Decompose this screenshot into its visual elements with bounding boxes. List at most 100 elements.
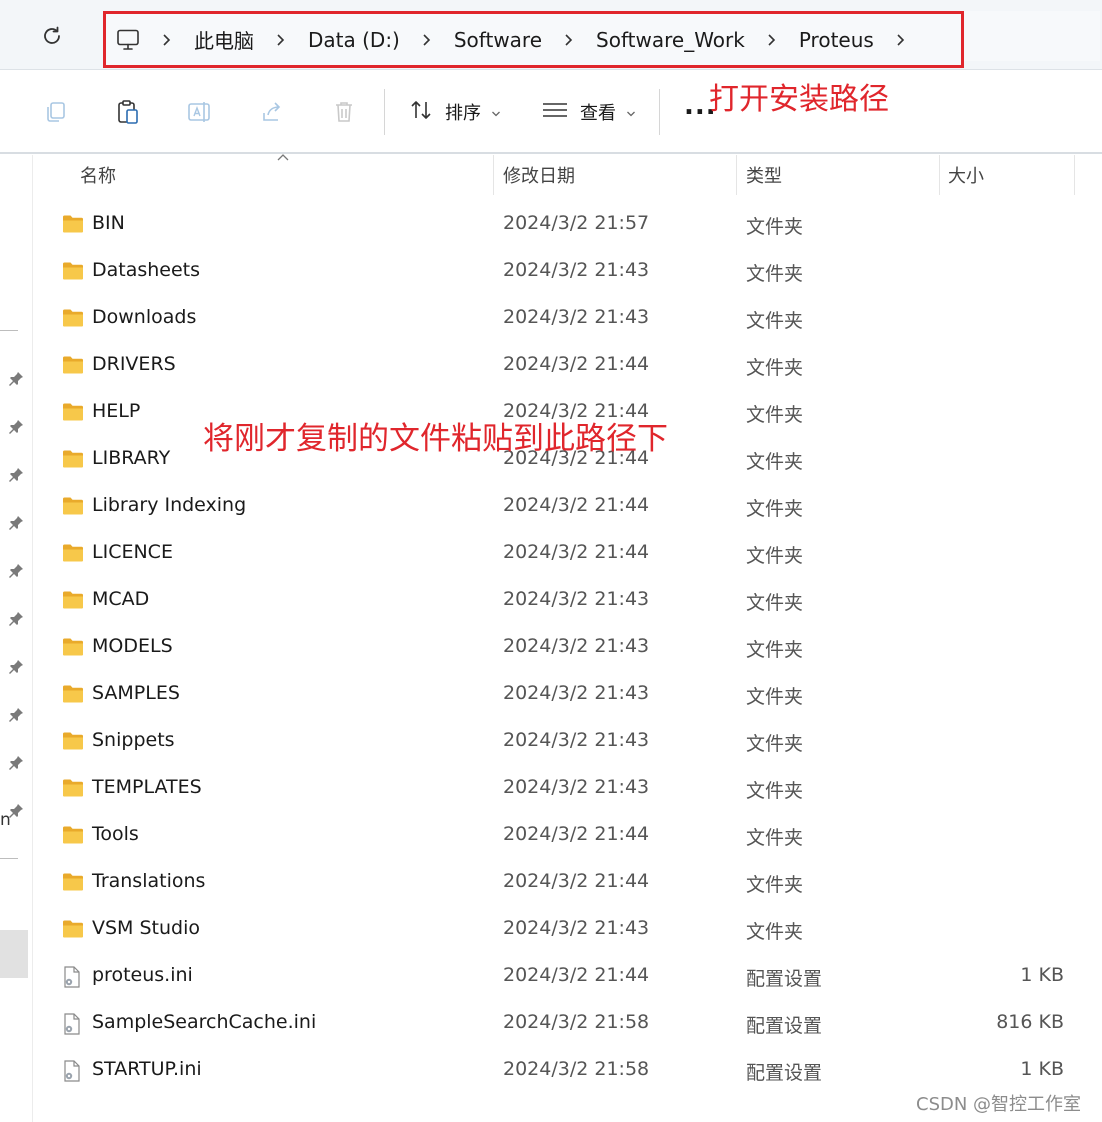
- file-type: 配置设置: [746, 1015, 823, 1037]
- file-type: 文件夹: [746, 733, 804, 755]
- file-row[interactable]: proteus.ini 2024/3/2 21:44 配置设置 1 KB: [33, 953, 1102, 1000]
- file-size: 816 KB: [996, 1011, 1064, 1033]
- chevron-right-icon[interactable]: [767, 33, 777, 47]
- sort-button[interactable]: 排序: [409, 98, 501, 126]
- sort-label: 排序: [445, 103, 481, 124]
- rename-icon[interactable]: [187, 99, 213, 125]
- breadcrumb[interactable]: 此电脑 Data (D:) Software Software_Work Pro…: [103, 11, 964, 68]
- breadcrumb-item-this-pc[interactable]: 此电脑: [194, 25, 254, 54]
- file-name: MODELS: [92, 635, 173, 657]
- file-modified-date: 2024/3/2 21:57: [503, 212, 650, 234]
- copy-icon[interactable]: [43, 99, 69, 125]
- pin-icon[interactable]: [8, 467, 24, 483]
- pin-icon[interactable]: [8, 611, 24, 627]
- chevron-down-icon: [626, 102, 636, 123]
- share-icon[interactable]: [259, 99, 285, 125]
- folder-icon: [62, 825, 84, 845]
- column-header-modified[interactable]: 修改日期: [503, 155, 575, 195]
- column-separator[interactable]: [939, 155, 940, 195]
- file-row[interactable]: Tools 2024/3/2 21:44 文件夹: [33, 812, 1102, 859]
- column-separator[interactable]: [736, 155, 737, 195]
- pin-icon[interactable]: [8, 707, 24, 723]
- file-type: 文件夹: [746, 639, 804, 661]
- nav-divider: [0, 330, 18, 331]
- pin-icon[interactable]: [8, 419, 24, 435]
- file-row[interactable]: Datasheets 2024/3/2 21:43 文件夹: [33, 248, 1102, 295]
- file-type: 文件夹: [746, 451, 804, 473]
- file-modified-date: 2024/3/2 21:43: [503, 729, 650, 751]
- pin-icon[interactable]: [8, 803, 24, 819]
- pin-icon[interactable]: [8, 515, 24, 531]
- chevron-right-icon[interactable]: [422, 33, 432, 47]
- file-row[interactable]: Snippets 2024/3/2 21:43 文件夹: [33, 718, 1102, 765]
- file-row[interactable]: MODELS 2024/3/2 21:43 文件夹: [33, 624, 1102, 671]
- folder-icon: [62, 449, 84, 469]
- file-row[interactable]: Downloads 2024/3/2 21:43 文件夹: [33, 295, 1102, 342]
- file-row[interactable]: STARTUP.ini 2024/3/2 21:58 配置设置 1 KB: [33, 1047, 1102, 1094]
- file-row[interactable]: VSM Studio 2024/3/2 21:43 文件夹: [33, 906, 1102, 953]
- breadcrumb-item-proteus[interactable]: Proteus: [799, 28, 874, 52]
- refresh-icon[interactable]: [38, 22, 66, 50]
- file-type: 配置设置: [746, 1062, 823, 1084]
- command-toolbar: 排序 查看 ...: [0, 71, 1102, 154]
- pin-icon[interactable]: [8, 563, 24, 579]
- file-name: Tools: [92, 823, 139, 845]
- file-modified-date: 2024/3/2 21:43: [503, 917, 650, 939]
- folder-icon: [62, 214, 84, 234]
- file-modified-date: 2024/3/2 21:58: [503, 1058, 650, 1080]
- file-row[interactable]: LICENCE 2024/3/2 21:44 文件夹: [33, 530, 1102, 577]
- breadcrumb-item-data-drive[interactable]: Data (D:): [308, 28, 400, 52]
- file-type: 文件夹: [746, 545, 804, 567]
- file-row[interactable]: SAMPLES 2024/3/2 21:43 文件夹: [33, 671, 1102, 718]
- pin-icon[interactable]: [8, 371, 24, 387]
- settings-file-icon: [62, 966, 84, 988]
- view-button[interactable]: 查看: [542, 98, 636, 126]
- delete-icon[interactable]: [331, 99, 357, 125]
- file-name: Snippets: [92, 729, 175, 751]
- file-name: DRIVERS: [92, 353, 176, 375]
- breadcrumb-item-software-work[interactable]: Software_Work: [596, 28, 745, 52]
- column-separator[interactable]: [493, 155, 494, 195]
- file-modified-date: 2024/3/2 21:43: [503, 259, 650, 281]
- file-row[interactable]: Translations 2024/3/2 21:44 文件夹: [33, 859, 1102, 906]
- file-name: Downloads: [92, 306, 197, 328]
- file-name: SampleSearchCache.ini: [92, 1011, 317, 1033]
- pin-icon[interactable]: [8, 659, 24, 675]
- nav-selected-item[interactable]: [0, 930, 28, 978]
- file-size: 1 KB: [1020, 964, 1064, 986]
- file-name: Translations: [92, 870, 206, 892]
- column-header-name[interactable]: 名称: [80, 155, 116, 195]
- this-pc-icon[interactable]: [116, 29, 140, 51]
- address-bar-empty-area[interactable]: [964, 11, 1100, 61]
- file-row[interactable]: SampleSearchCache.ini 2024/3/2 21:58 配置设置 8…: [33, 1000, 1102, 1047]
- chevron-right-icon[interactable]: [896, 33, 906, 47]
- chevron-right-icon[interactable]: [564, 33, 574, 47]
- pin-icon[interactable]: [8, 755, 24, 771]
- navigation-pane: n: [0, 155, 33, 1122]
- file-modified-date: 2024/3/2 21:44: [503, 964, 650, 986]
- column-header-size[interactable]: 大小: [948, 155, 984, 195]
- settings-file-icon: [62, 1013, 84, 1035]
- file-type: 文件夹: [746, 592, 804, 614]
- file-name: LICENCE: [92, 541, 173, 563]
- chevron-right-icon[interactable]: [276, 33, 286, 47]
- folder-icon: [62, 261, 84, 281]
- file-type: 文件夹: [746, 216, 804, 238]
- file-name: MCAD: [92, 588, 150, 610]
- folder-icon: [62, 543, 84, 563]
- list-view-icon: [542, 102, 568, 123]
- file-modified-date: 2024/3/2 21:44: [503, 823, 650, 845]
- file-row[interactable]: DRIVERS 2024/3/2 21:44 文件夹: [33, 342, 1102, 389]
- file-row[interactable]: Library Indexing 2024/3/2 21:44 文件夹: [33, 483, 1102, 530]
- file-row[interactable]: TEMPLATES 2024/3/2 21:43 文件夹: [33, 765, 1102, 812]
- file-modified-date: 2024/3/2 21:58: [503, 1011, 650, 1033]
- paste-icon[interactable]: [115, 99, 141, 125]
- file-row[interactable]: BIN 2024/3/2 21:57 文件夹: [33, 201, 1102, 248]
- column-header-type[interactable]: 类型: [746, 155, 782, 195]
- toolbar-divider: [384, 89, 385, 135]
- file-row[interactable]: MCAD 2024/3/2 21:43 文件夹: [33, 577, 1102, 624]
- file-name: LIBRARY: [92, 447, 171, 469]
- column-separator[interactable]: [1074, 155, 1075, 195]
- breadcrumb-item-software[interactable]: Software: [454, 28, 542, 52]
- chevron-right-icon[interactable]: [162, 33, 172, 47]
